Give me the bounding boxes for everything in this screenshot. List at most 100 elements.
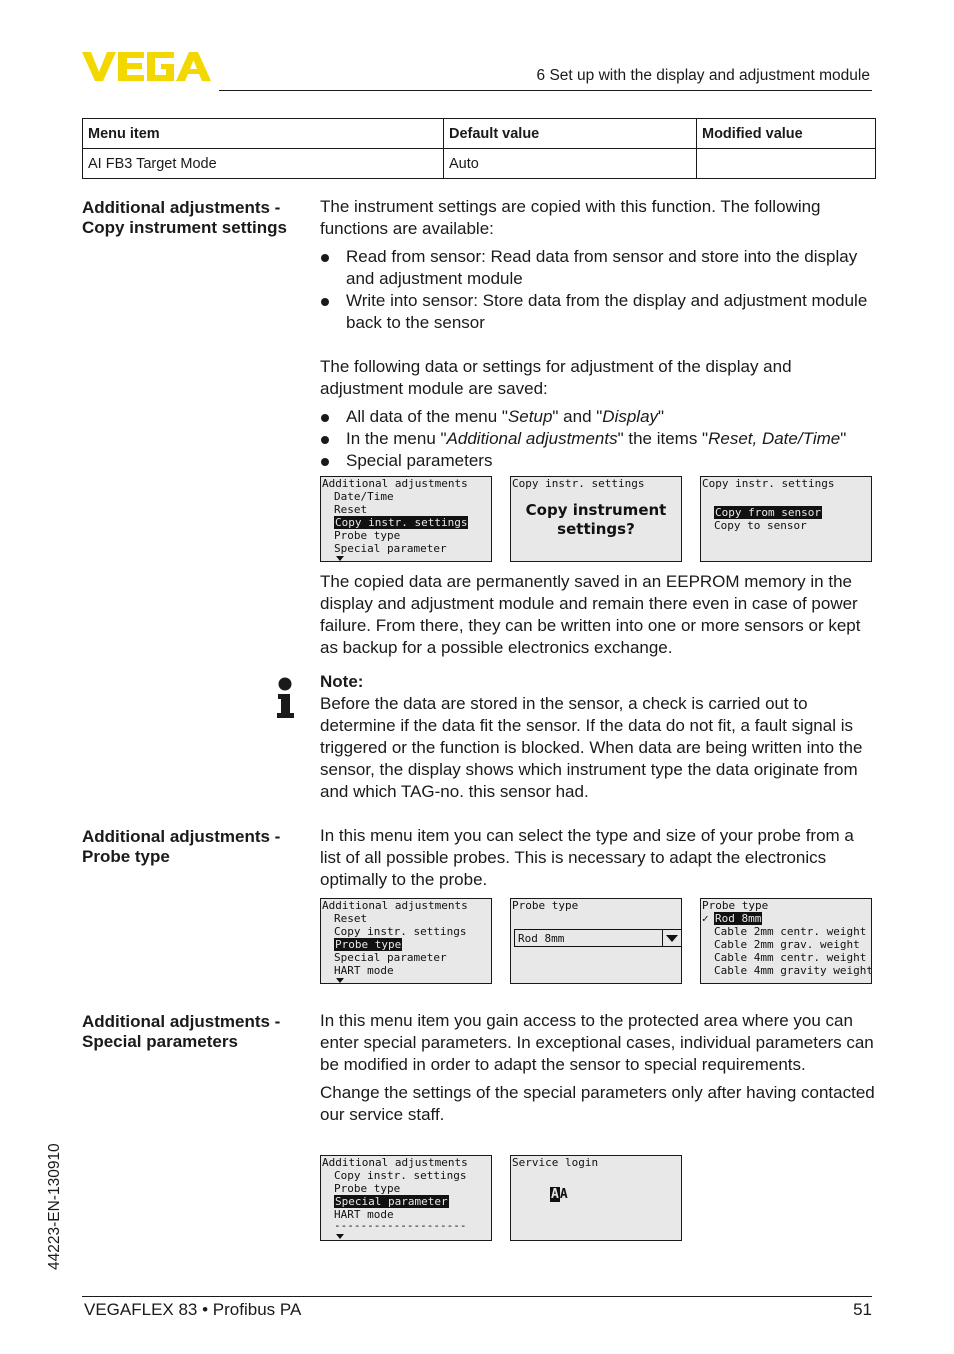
table-cell: AI FB3 Target Mode xyxy=(82,148,444,179)
login-input: AA xyxy=(550,1187,568,1202)
bullet-icon xyxy=(321,298,329,306)
scroll-down-arrow-icon xyxy=(336,978,344,983)
lcd-title: Copy instr. settings xyxy=(702,477,835,490)
lcd-title: Copy instr. settings xyxy=(512,477,645,490)
text: In the menu " xyxy=(346,429,447,448)
input-char: A xyxy=(559,1187,568,1202)
vega-logo xyxy=(82,50,212,87)
list-item: Write into sensor: Store data from the d… xyxy=(320,290,876,334)
section-label-line: Special parameters xyxy=(82,1031,238,1051)
lcd-option: Cable 2mm grav. weight xyxy=(714,938,860,951)
lcd-menu-item: Probe type xyxy=(334,529,401,542)
lcd-prompt: Copy instrument xyxy=(525,501,667,519)
list-item-text: Read from sensor: Read data from sensor … xyxy=(346,247,858,288)
chapter-title: 6 Set up with the display and adjustment… xyxy=(536,67,870,84)
check-icon: ✓ xyxy=(702,912,709,925)
special-text-1: In this menu item you gain access to the… xyxy=(320,1011,874,1074)
dropdown-value: Rod 8mm xyxy=(518,932,565,945)
italic-text: Additional adjustments xyxy=(446,429,618,448)
list-item: In the menu "Additional adjustments" the… xyxy=(320,428,876,450)
scroll-down-arrow-icon xyxy=(336,1234,344,1239)
lcd-special-menu: Additional adjustments Copy instr. setti… xyxy=(320,1155,492,1241)
lcd-option-selected: Rod 8mm xyxy=(714,912,763,925)
lcd-service-login: Service login AA xyxy=(510,1155,682,1241)
list-item-text: Write into sensor: Store data from the d… xyxy=(346,291,868,332)
text: " xyxy=(840,429,847,448)
column-header: Modified value xyxy=(696,118,876,149)
bullet-icon xyxy=(321,414,329,422)
lcd-title: Additional adjustments xyxy=(322,899,468,912)
lcd-menu-item-selected: Probe type xyxy=(334,938,403,951)
italic-text: Display xyxy=(602,407,659,426)
lcd-prompt: settings? xyxy=(557,520,635,538)
text: " the items " xyxy=(617,429,709,448)
table-row: AI FB3 Target Mode Auto xyxy=(82,148,876,179)
section-label-special: Additional adjustments - Special paramet… xyxy=(82,1012,312,1051)
lcd-option-selected: Copy from sensor xyxy=(714,506,822,519)
copy-intro: The instrument settings are copied with … xyxy=(320,197,821,238)
bullet-icon xyxy=(321,436,329,444)
input-cursor-char: A xyxy=(550,1187,560,1202)
footer-divider xyxy=(82,1296,872,1297)
list-item: Read from sensor: Read data from sensor … xyxy=(320,246,876,290)
lcd-title: Probe type xyxy=(702,899,769,912)
bullet-icon xyxy=(321,254,329,262)
table-cell xyxy=(696,148,876,179)
note-text: Before the data are stored in the sensor… xyxy=(320,694,863,801)
special-body: In this menu item you gain access to the… xyxy=(320,1010,876,1126)
lcd-menu-item: Special parameter xyxy=(334,951,447,964)
lcd-copy-confirm: Copy instr. settings Copy instrument set… xyxy=(510,476,682,562)
page-number: 51 xyxy=(853,1300,872,1319)
section-label-copy: Additional adjustments - Copy instrument… xyxy=(82,198,312,237)
text: Special parameters xyxy=(346,451,493,470)
footer-product: VEGAFLEX 83 • Profibus PA xyxy=(84,1300,302,1319)
lcd-copy-choice: Copy instr. settings Copy from sensor Co… xyxy=(700,476,872,562)
lcd-title: Additional adjustments xyxy=(322,1156,468,1169)
lcd-option: Copy to sensor xyxy=(714,519,807,532)
lcd-menu-item: HART mode xyxy=(334,964,394,977)
list-item: Special parameters xyxy=(320,450,876,472)
section-label-line: Additional adjustments - xyxy=(82,1012,281,1031)
lcd-title: Service login xyxy=(512,1156,599,1169)
text: " and " xyxy=(552,407,603,426)
settings-table: Menu item Default value Modified value A… xyxy=(82,118,876,179)
lcd-menu-item: Date/Time xyxy=(334,490,394,503)
section-label-line: Probe type xyxy=(82,846,170,866)
lcd-option: Cable 4mm centr. weight xyxy=(714,951,867,964)
lcd-probe-list: Probe type ✓ Rod 8mm Cable 2mm centr. we… xyxy=(700,898,872,984)
lcd-menu-item: Copy instr. settings xyxy=(334,1169,467,1182)
table-cell: Auto xyxy=(443,148,697,179)
copy-function-list: Read from sensor: Read data from sensor … xyxy=(320,246,876,334)
note-title: Note: xyxy=(320,672,364,691)
document-id: 44223-EN-130910 xyxy=(46,1143,63,1270)
section-label-line: Copy instrument settings xyxy=(82,217,287,237)
copy-section-body: The instrument settings are copied with … xyxy=(320,196,876,472)
lcd-probe-menu: Additional adjustments Reset Copy instr.… xyxy=(320,898,492,984)
info-icon xyxy=(277,677,294,718)
section-label-line: Additional adjustments - xyxy=(82,198,281,217)
dropdown-button xyxy=(662,930,681,946)
chevron-down-icon xyxy=(666,935,678,942)
header-divider xyxy=(219,90,872,91)
list-item: All data of the menu "Setup" and "Displa… xyxy=(320,406,876,428)
lcd-copy-menu: Additional adjustments Date/Time Reset C… xyxy=(320,476,492,562)
probe-type-dropdown: Rod 8mm xyxy=(514,929,681,947)
lcd-separator: -------------------- xyxy=(334,1219,467,1232)
note-block: Note: Before the data are stored in the … xyxy=(320,671,876,803)
italic-text: Setup xyxy=(507,407,553,426)
eeprom-text: The copied data are permanently saved in… xyxy=(320,572,861,657)
lcd-title: Probe type xyxy=(512,899,579,912)
lcd-menu-item: Copy instr. settings xyxy=(334,925,467,938)
lcd-menu-item: Probe type xyxy=(334,1182,401,1195)
lcd-option: Cable 2mm centr. weight xyxy=(714,925,867,938)
text: All data of the menu " xyxy=(346,407,508,426)
special-text-2: Change the settings of the special param… xyxy=(320,1083,875,1124)
scroll-down-arrow-icon xyxy=(336,556,344,561)
vega-logo-icon xyxy=(82,52,211,81)
column-header: Menu item xyxy=(82,118,444,149)
bullet-icon xyxy=(321,458,329,466)
table-header-row: Menu item Default value Modified value xyxy=(82,118,876,149)
italic-text: Reset, Date/Time xyxy=(708,429,841,448)
lcd-menu-item: Reset xyxy=(334,503,368,516)
lcd-title: Additional adjustments xyxy=(322,477,468,490)
